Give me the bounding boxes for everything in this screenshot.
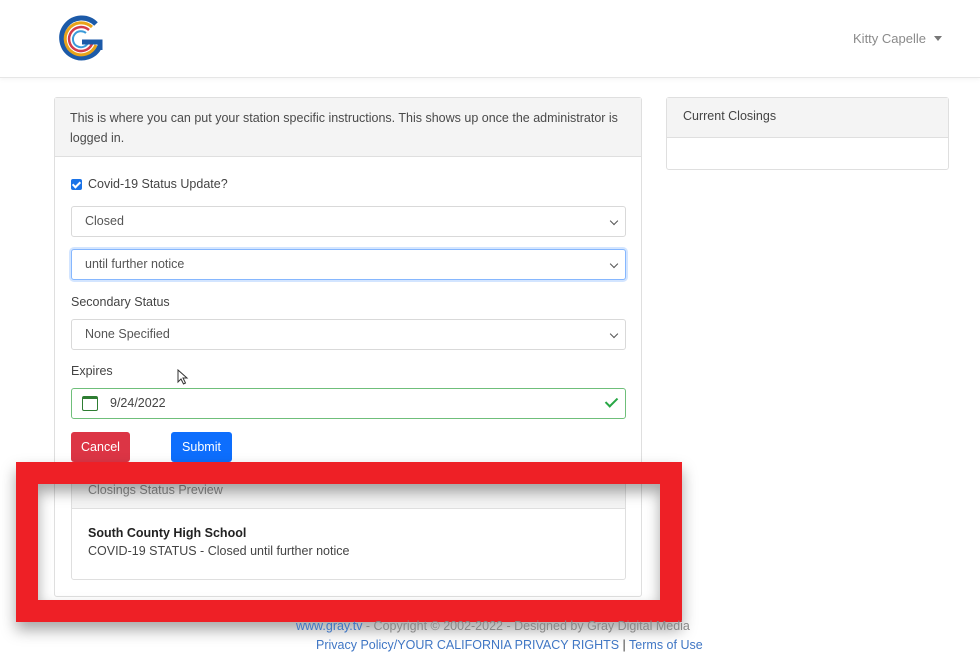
calendar-icon[interactable] <box>82 396 98 411</box>
status-select-value: Closed <box>85 214 124 228</box>
gray-tv-link[interactable]: www.gray.tv <box>296 619 362 633</box>
footer-copyright: www.gray.tv - Copyright © 2002-2022 - De… <box>296 619 690 633</box>
duration-select-value: until further notice <box>85 257 185 271</box>
secondary-status-value: None Specified <box>85 327 170 341</box>
preview-school-name: South County High School <box>88 526 247 540</box>
closings-status-preview: Closings Status Preview South County Hig… <box>71 470 626 580</box>
expires-date-input[interactable]: 9/24/2022 <box>71 388 626 419</box>
user-menu[interactable]: Kitty Capelle <box>853 31 942 46</box>
submit-button[interactable]: Submit <box>171 432 232 462</box>
user-name: Kitty Capelle <box>853 31 926 46</box>
current-closings-card: Current Closings <box>666 97 949 170</box>
secondary-status-label: Secondary Status <box>71 295 170 309</box>
status-select[interactable]: Closed <box>71 206 626 237</box>
privacy-policy-link[interactable]: Privacy Policy/YOUR CALIFORNIA PRIVACY R… <box>316 638 619 652</box>
mouse-cursor-icon <box>177 369 189 385</box>
preview-header: Closings Status Preview <box>72 471 625 509</box>
footer-links: Privacy Policy/YOUR CALIFORNIA PRIVACY R… <box>316 638 703 652</box>
footer-separator: | <box>619 638 630 652</box>
expires-date-value: 9/24/2022 <box>110 396 166 410</box>
chevron-down-icon <box>609 329 619 339</box>
chevron-down-icon <box>609 216 619 226</box>
secondary-status-select[interactable]: None Specified <box>71 319 626 350</box>
expires-label: Expires <box>71 364 113 378</box>
closing-form-card: This is where you can put your station s… <box>54 97 642 597</box>
caret-down-icon <box>934 36 942 41</box>
covid-status-label: Covid-19 Status Update? <box>88 177 228 191</box>
duration-select[interactable]: until further notice <box>71 249 626 280</box>
preview-status-text: COVID-19 STATUS - Closed until further n… <box>88 544 350 558</box>
instructions-header: This is where you can put your station s… <box>55 98 641 157</box>
terms-of-use-link[interactable]: Terms of Use <box>629 638 703 652</box>
covid-status-row: Covid-19 Status Update? <box>71 177 228 191</box>
covid-status-checkbox[interactable] <box>71 178 82 190</box>
chevron-down-icon <box>609 259 619 269</box>
valid-check-icon <box>604 394 619 408</box>
cancel-button[interactable]: Cancel <box>71 432 130 462</box>
current-closings-header: Current Closings <box>667 98 948 138</box>
gray-g-logo-icon[interactable] <box>56 14 106 64</box>
top-navbar: Kitty Capelle <box>0 0 980 78</box>
copyright-text: - Copyright © 2002-2022 - Designed by Gr… <box>362 619 690 633</box>
preview-body: South County High School COVID-19 STATUS… <box>72 509 625 575</box>
